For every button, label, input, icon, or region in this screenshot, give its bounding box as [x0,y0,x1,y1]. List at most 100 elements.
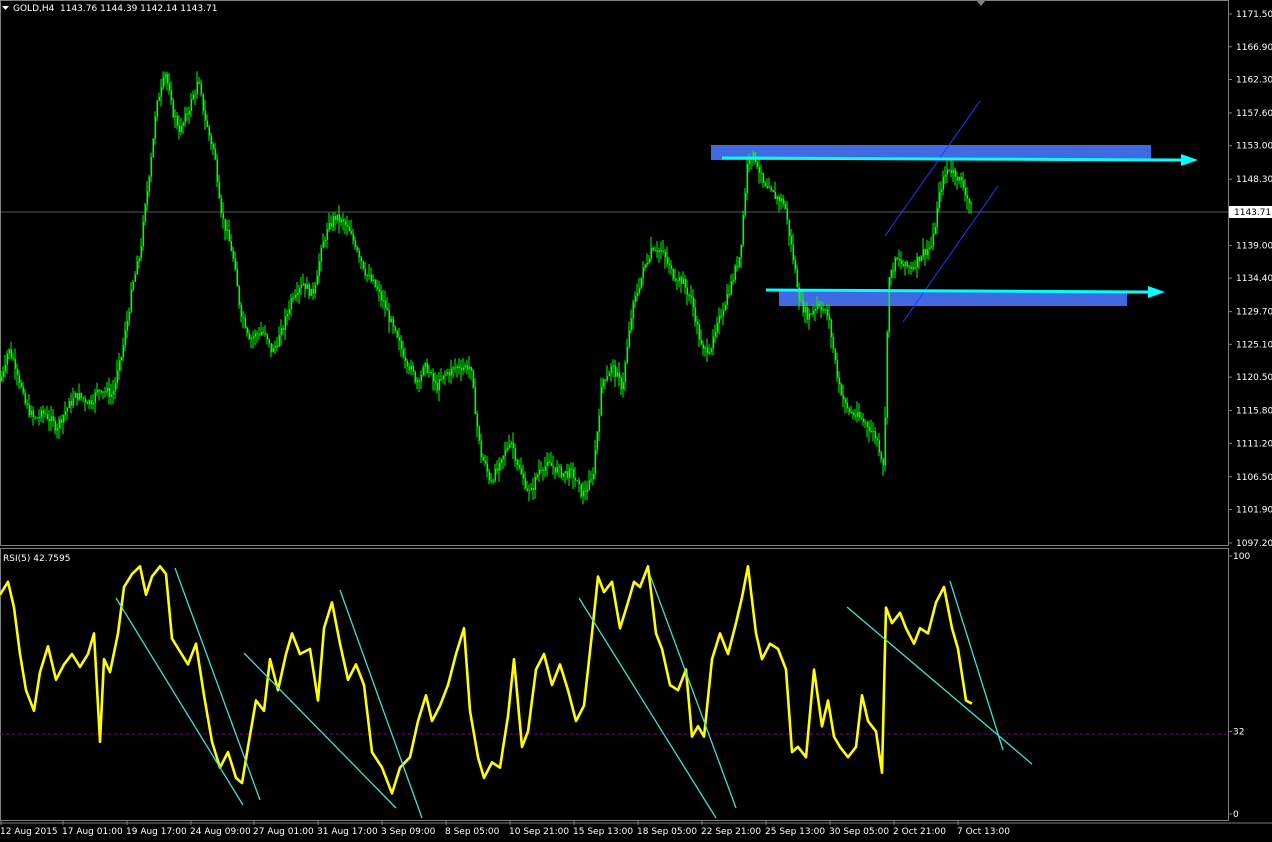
candle-body [474,387,477,414]
candle-body [802,300,805,313]
candle-body [246,327,249,333]
candle-body [784,203,787,210]
candle-body [894,258,897,272]
candle-body [442,375,445,379]
time-tick-label: 10 Sep 21:00 [509,827,569,837]
candle-body [856,412,859,417]
candle-body [20,382,23,387]
candle-body [392,318,395,327]
candle-body [838,377,841,385]
candle-body [818,304,821,307]
candle-body [96,389,99,393]
candle-body [236,269,239,287]
candle-body [562,473,565,477]
candle-body [880,452,883,459]
candle-body [150,157,153,177]
candle-body [10,349,13,358]
candle-body [792,244,795,261]
chart-shift-marker-icon[interactable] [976,0,986,6]
candle-body [44,413,47,415]
candle-body [518,465,521,469]
candle-body [870,431,873,433]
candle-body [232,250,235,259]
candle-body [6,353,9,365]
candle-body [382,300,385,302]
candle-body [808,313,811,320]
candle-body [930,246,933,248]
candle-body [604,379,607,381]
support-arrow-line [765,288,1153,294]
candle-body [714,331,717,337]
candle-body [694,307,697,323]
candle-body [114,382,117,392]
candle-body [196,81,199,94]
candle-body [146,191,149,205]
candle-body [116,370,119,383]
candle-body [598,415,601,432]
candle-body [206,120,209,127]
candle-body [910,266,913,269]
candle-body [560,466,563,477]
candle-body [198,81,201,84]
candle-body [322,241,325,249]
candle-body [460,368,463,371]
candle-body [398,337,401,341]
candle-body [588,480,591,490]
candle-body [786,209,789,220]
candle-body [242,316,245,318]
candle-body [760,172,763,174]
candle-body [510,442,513,445]
candle-body [72,397,75,406]
candle-body [344,221,347,226]
menu-dropdown-icon[interactable] [2,6,9,10]
candle-body [280,328,283,336]
candle-body [220,197,223,214]
main-panel-frame [0,0,1229,546]
candle-body [762,172,765,183]
candle-body [466,365,469,370]
candle-body [334,216,337,221]
candle-body [452,367,455,369]
candle-body [558,466,561,468]
candle-body [476,413,479,427]
candle-body [610,366,613,373]
candle-body [688,294,691,297]
time-tick-label: 22 Sep 21:00 [701,827,761,837]
candle-body [160,87,163,97]
candle-body [938,191,941,208]
candle-body [190,99,193,112]
candle-body [470,366,473,371]
candle-body [14,359,17,369]
candle-body [584,490,587,492]
candle-body [162,77,165,88]
candle-body [658,250,661,253]
candle-body [736,266,739,268]
price-tick-label: 1148.30 [1236,175,1272,185]
candle-body [944,174,947,177]
candle-body [300,285,303,288]
candle-body [64,411,67,416]
candle-body [418,380,421,382]
rsi-tick-label: 0 [1233,810,1239,820]
candle-body [276,345,279,347]
candle-body [504,450,507,456]
candle-body [914,267,917,269]
candle-body [458,366,461,369]
rsi-trendline [649,574,737,809]
candle-body [230,241,233,251]
candle-body [340,219,343,223]
candle-body [540,469,543,471]
candle-body [816,304,819,309]
candle-body [840,384,843,395]
candle-body [866,422,869,427]
candle-body [716,323,719,332]
candle-body [684,278,687,288]
resistance-arrow-head [1181,154,1198,166]
candle-body [386,308,389,311]
candle-body [832,337,835,349]
candle-body [790,236,793,245]
candle-body [248,332,251,339]
candle-body [142,221,145,247]
candle-body [836,360,839,378]
candle-body [16,368,19,375]
